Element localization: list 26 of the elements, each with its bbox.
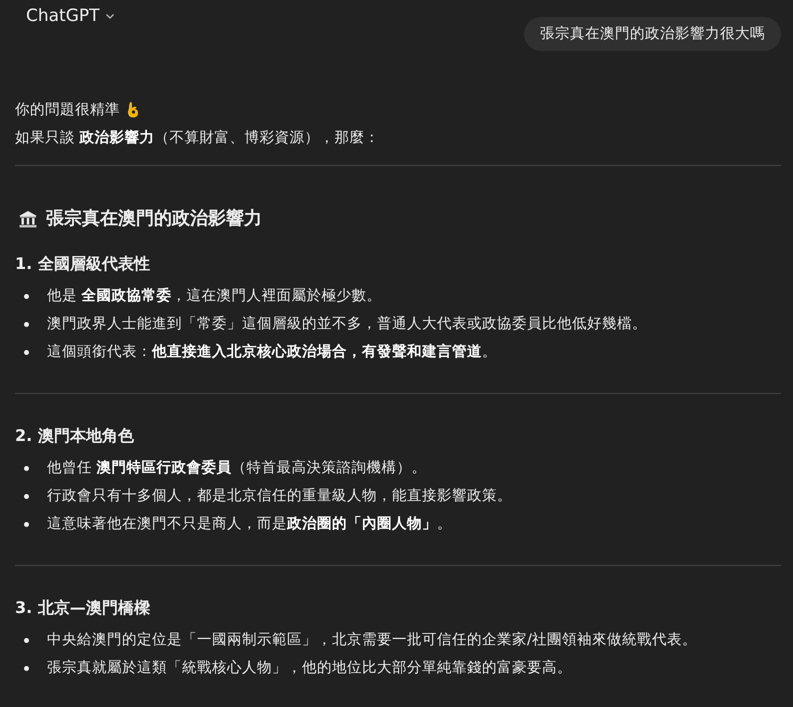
list-item-text: 張宗真就屬於這類「統戰核心人物」，他的地位比大部分單純靠錢的富豪要高。 bbox=[47, 658, 572, 678]
list-item-text: 這個頭銜代表：他直接進入北京核心政治場合，有發聲和建言管道。 bbox=[47, 342, 497, 362]
message-text: 你的問題很精準 bbox=[15, 100, 120, 118]
list-item-text: 他曾任 澳門特區行政會委員（特首最高決策諮詢機構）。 bbox=[47, 458, 427, 478]
list-item-text: 行政會只有十多個人，都是北京信任的重量級人物，能直接影響政策。 bbox=[47, 486, 512, 506]
list-item-text: 澳門政界人士能進到「常委」這個層級的並不多，普通人大代表或政協委員比他低好幾檔。 bbox=[47, 314, 647, 334]
bullet-icon bbox=[24, 466, 29, 470]
list-item-text: 這意味著他在澳門不只是商人，而是政治圈的「內圈人物」。 bbox=[47, 514, 452, 534]
chevron-down-icon bbox=[104, 11, 115, 21]
bullet-icon bbox=[24, 666, 29, 670]
section-heading: 3. 北京—澳門橋樑 bbox=[15, 597, 151, 619]
user-message: 張宗真在澳門的政治影響力很大嗎 bbox=[524, 17, 781, 51]
message-text: 如果只談 政治影響力（不算財富、博彩資源），那麼： bbox=[15, 128, 380, 146]
classical-building-icon bbox=[18, 210, 38, 228]
bullet-icon bbox=[24, 350, 29, 354]
list-item-text: 他是 全國政協常委，這在澳門人裡面屬於極少數。 bbox=[47, 286, 382, 306]
section-heading: 1. 全國層級代表性 bbox=[15, 253, 151, 275]
bullet-icon bbox=[24, 522, 29, 526]
section-heading: 2. 澳門本地角色 bbox=[15, 425, 135, 447]
section-title: 張宗真在澳門的政治影響力 bbox=[46, 207, 262, 231]
model-selector[interactable]: ChatGPT bbox=[20, 2, 121, 30]
list-item-text: 中央給澳門的定位是「一國兩制示範區」，北京需要一批可信任的企業家/社團領袖來做統戰代表。 bbox=[47, 630, 697, 650]
bullet-icon bbox=[24, 294, 29, 298]
bullet-icon bbox=[24, 638, 29, 642]
bullet-icon bbox=[24, 494, 29, 498]
bullet-icon bbox=[24, 322, 29, 326]
